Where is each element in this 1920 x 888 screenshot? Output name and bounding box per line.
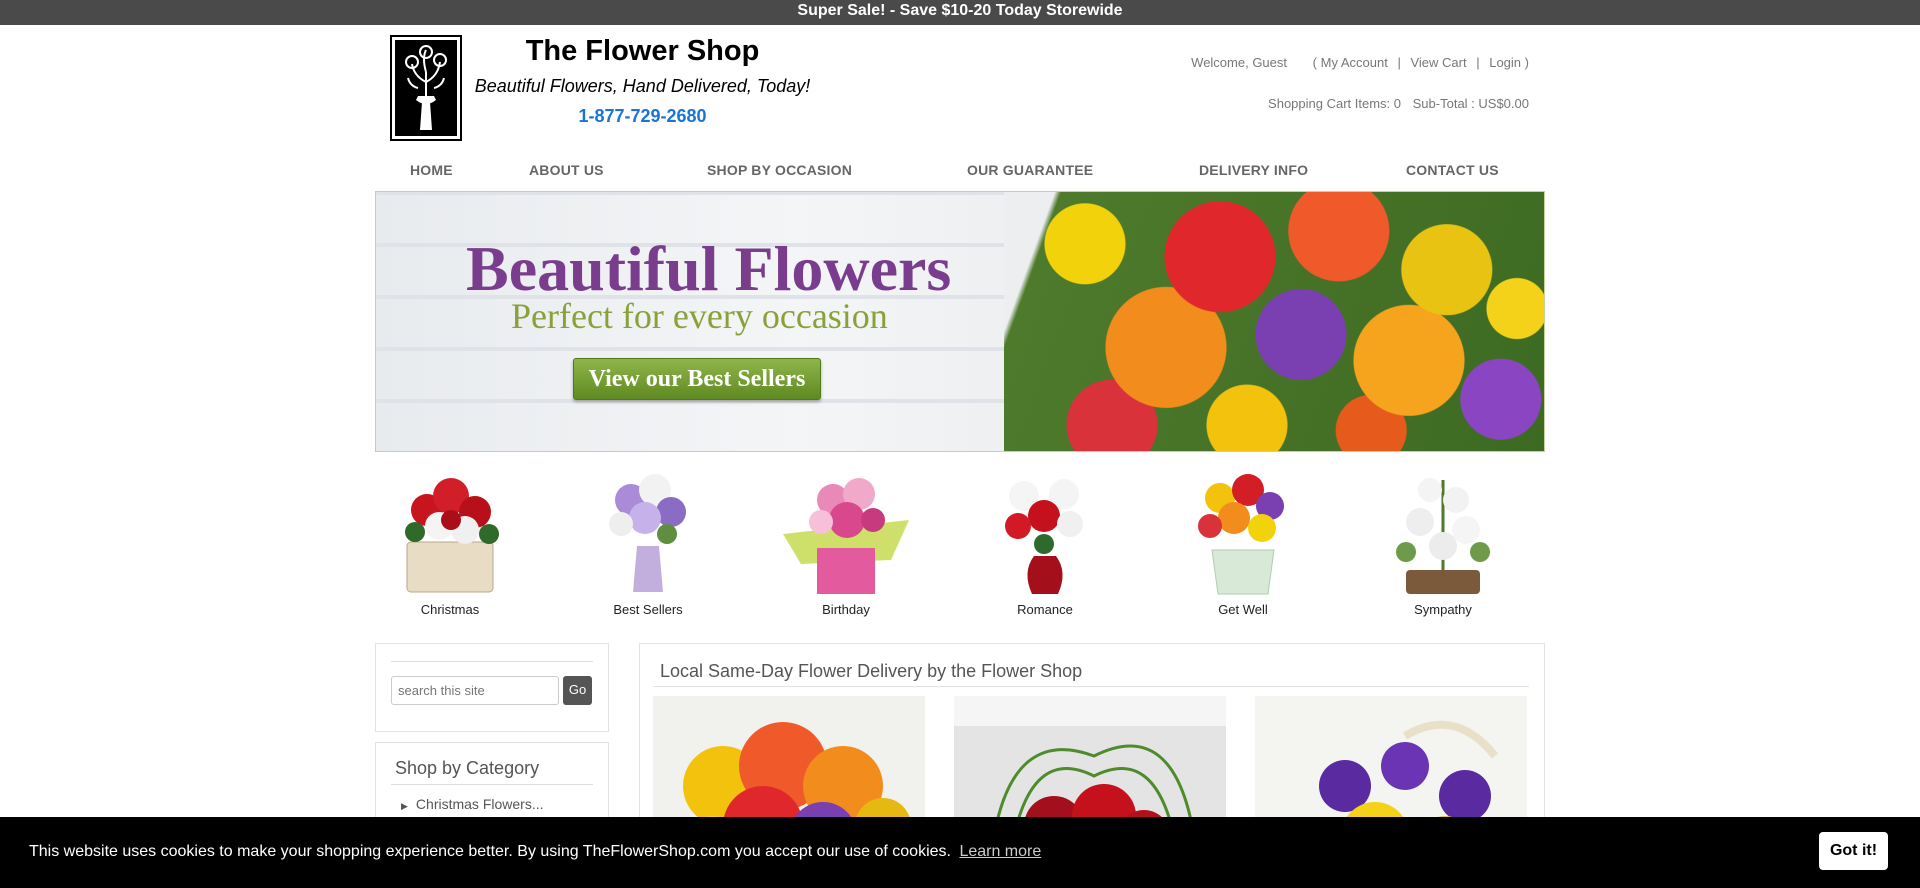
flower-vase-logo-icon [395, 40, 457, 136]
main-nav: HOME ABOUT US SHOP BY OCCASION OUR GUARA… [375, 155, 1545, 191]
category-label: Get Well [1218, 602, 1268, 617]
birthday-bouquet-image [773, 460, 919, 600]
divider [653, 686, 1529, 687]
site-header: The Flower Shop Beautiful Flowers, Hand … [375, 25, 1545, 150]
nav-shop-by-occasion[interactable]: SHOP BY OCCASION [707, 162, 852, 178]
phone-number[interactable]: 1-877-729-2680 [470, 105, 815, 127]
romance-bouquet-image [972, 460, 1118, 600]
paren-open: ( [1312, 55, 1317, 70]
cart-items-count: Shopping Cart Items: 0 [1268, 96, 1402, 111]
category-romance[interactable]: Romance [970, 460, 1120, 620]
cart-subtotal: Sub-Total : US$0.00 [1412, 96, 1529, 111]
paren-close: ) [1524, 55, 1529, 70]
nav-home[interactable]: HOME [410, 162, 453, 178]
nav-our-guarantee[interactable]: OUR GUARANTEE [967, 162, 1093, 178]
category-sympathy[interactable]: Sympathy [1368, 460, 1518, 620]
christmas-bouquet-image [377, 460, 523, 600]
site-title[interactable]: The Flower Shop [470, 33, 815, 69]
category-label: Sympathy [1414, 602, 1472, 617]
cookie-message: This website uses cookies to make your s… [29, 843, 1041, 861]
category-link-label: Christmas Flowers... [415, 796, 544, 812]
view-best-sellers-button[interactable]: View our Best Sellers [573, 358, 821, 400]
account-links: Welcome, Guest ( My Account | View Cart … [1191, 55, 1529, 111]
cookie-consent-bar: This website uses cookies to make your s… [0, 817, 1920, 888]
category-get-well[interactable]: Get Well [1168, 460, 1318, 620]
promo-text: Super Sale! - Save $10-20 Today Storewid… [797, 2, 1123, 19]
category-label: Birthday [822, 602, 870, 617]
view-cart-link[interactable]: View Cart [1410, 55, 1466, 70]
hero-banner[interactable]: Beautiful Flowers Perfect for every occa… [375, 191, 1545, 452]
welcome-text: Welcome, Guest [1191, 55, 1288, 70]
divider [391, 661, 593, 662]
category-label: Romance [1017, 602, 1073, 617]
flower-bouquet-image [1004, 192, 1544, 451]
category-label: Best Sellers [613, 602, 683, 617]
banner-subtitle: Perfect for every occasion [511, 296, 888, 336]
divider: | [1476, 55, 1480, 70]
search-panel: Go [375, 643, 609, 732]
main-heading: Local Same-Day Flower Delivery by the Fl… [660, 661, 1083, 681]
category-strip: Christmas Best Sellers Birthday Romance … [375, 460, 1545, 620]
nav-delivery-info[interactable]: DELIVERY INFO [1199, 162, 1308, 178]
logo[interactable] [390, 35, 462, 141]
brand-block: The Flower Shop Beautiful Flowers, Hand … [470, 33, 815, 127]
nav-contact-us[interactable]: CONTACT US [1406, 162, 1499, 178]
search-go-button[interactable]: Go [563, 676, 592, 705]
cookie-learn-more-link[interactable]: Learn more [959, 843, 1041, 860]
site-tagline: Beautiful Flowers, Hand Delivered, Today… [474, 76, 811, 96]
shop-by-category-title: Shop by Category [395, 758, 540, 778]
category-christmas[interactable]: Christmas [375, 460, 525, 620]
cookie-text: This website uses cookies to make your s… [29, 843, 951, 860]
divider [391, 784, 593, 785]
cookie-accept-button[interactable]: Got it! [1819, 832, 1888, 870]
login-link[interactable]: Login [1489, 55, 1521, 70]
triangle-right-icon: ▶ [401, 801, 408, 811]
sympathy-bouquet-image [1370, 460, 1516, 600]
get-well-bouquet-image [1170, 460, 1316, 600]
category-birthday[interactable]: Birthday [771, 460, 921, 620]
search-input[interactable] [391, 676, 559, 705]
category-label: Christmas [420, 602, 480, 617]
promo-bar: Super Sale! - Save $10-20 Today Storewid… [0, 0, 1920, 25]
best-sellers-bouquet-image [575, 460, 721, 600]
my-account-link[interactable]: My Account [1321, 55, 1388, 70]
category-best-sellers[interactable]: Best Sellers [573, 460, 723, 620]
nav-about-us[interactable]: ABOUT US [529, 162, 604, 178]
category-link-christmas[interactable]: ▶ Christmas Flowers... [401, 796, 544, 812]
divider: | [1397, 55, 1401, 70]
